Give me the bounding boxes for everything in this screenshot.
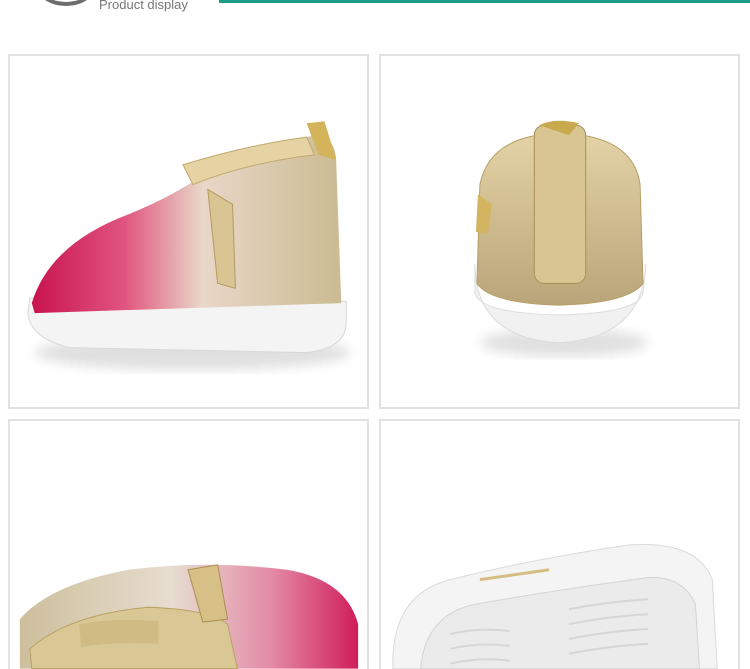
product-photo-side[interactable] <box>8 54 369 409</box>
back-view-shoe <box>474 120 648 357</box>
product-photo-sole[interactable] <box>379 419 740 669</box>
side-view-shoe <box>27 121 352 371</box>
sole-view-shoe <box>392 543 718 669</box>
top-view-shoe <box>19 564 359 669</box>
section-header: Product display <box>0 0 750 30</box>
product-photo-back[interactable] <box>379 54 740 409</box>
section-number-glyph <box>38 0 94 6</box>
section-subtitle: Product display <box>99 0 188 12</box>
product-photo-top[interactable] <box>8 419 369 669</box>
header-accent-rule <box>219 0 750 3</box>
